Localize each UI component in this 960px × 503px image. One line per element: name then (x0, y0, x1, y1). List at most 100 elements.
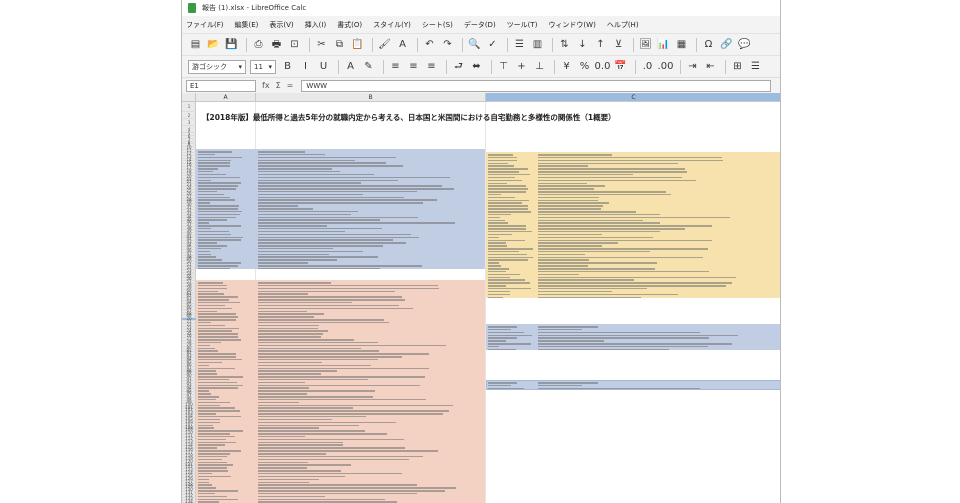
new-document-icon[interactable]: ▤ (188, 37, 203, 52)
menu-item[interactable]: 挿入(I) (305, 20, 327, 30)
formula-input[interactable]: WWW (301, 79, 772, 92)
sheet-title-cell[interactable]: 【2018年版】最低所得と過去5年分の就職内定から考える、日本国と米国間における… (202, 112, 616, 123)
menu-item[interactable]: 編集(E) (235, 20, 259, 30)
name-box[interactable]: E1 (186, 79, 256, 92)
decrease-indent-icon[interactable]: ⇤ (703, 59, 718, 74)
number-format-icon[interactable]: 0.0 (595, 59, 611, 74)
data-block-salmon[interactable] (196, 280, 485, 503)
bold-icon[interactable]: B (280, 59, 295, 74)
cell-text-line (488, 211, 532, 213)
percent-format-icon[interactable]: % (577, 59, 592, 74)
paste-icon[interactable]: 📋 (350, 37, 365, 52)
menu-item[interactable]: スタイル(Y) (373, 20, 411, 30)
redo-icon[interactable]: ↷ (440, 37, 455, 52)
hyperlink-icon[interactable]: 🔗 (719, 37, 734, 52)
add-decimal-icon[interactable]: .0 (640, 59, 655, 74)
column-header-b[interactable]: B (256, 93, 486, 102)
row-icon[interactable]: ☰ (512, 37, 527, 52)
cell-text-line (488, 345, 499, 348)
increase-indent-icon[interactable]: ⇥ (685, 59, 700, 74)
data-block-blue-right[interactable] (486, 324, 780, 350)
delete-decimal-icon[interactable]: .00 (658, 59, 674, 74)
sort-ascending-icon[interactable]: ↓ (575, 37, 590, 52)
clear-format-icon[interactable]: A (395, 37, 410, 52)
export-pdf-icon[interactable]: ⎙ (251, 37, 266, 52)
cell-area[interactable]: 【2018年版】最低所得と過去5年分の就職内定から考える、日本国と米国間における… (196, 102, 780, 503)
formula-icon[interactable]: = (287, 81, 294, 90)
font-color-icon[interactable]: A (343, 59, 358, 74)
cell-text-line (198, 301, 240, 304)
borders-icon[interactable]: ⊞ (730, 59, 745, 74)
cell-text-line (258, 361, 322, 364)
column-icon[interactable]: ▥ (530, 37, 545, 52)
underline-icon[interactable]: U (316, 59, 331, 74)
font-size-box[interactable]: 11 ▾ (250, 59, 276, 74)
cell-text-line (198, 424, 213, 426)
sort-descending-icon[interactable]: ↑ (593, 37, 608, 52)
menu-item[interactable]: ファイル(F) (186, 20, 224, 30)
sort-icon[interactable]: ⇅ (557, 37, 572, 52)
select-all-corner[interactable] (182, 93, 196, 102)
highlight-color-icon[interactable]: ✎ (361, 59, 376, 74)
align-bottom-icon[interactable]: ⊥ (532, 59, 547, 74)
cell-text-line (258, 188, 455, 190)
menu-item[interactable]: ツール(T) (507, 20, 538, 30)
merge-center-icon[interactable]: ⬌ (469, 59, 484, 74)
open-icon[interactable]: 📂 (206, 37, 221, 52)
italic-icon[interactable]: I (298, 59, 313, 74)
print-preview-icon[interactable]: ⊡ (287, 37, 302, 52)
copy-icon[interactable]: ⧉ (332, 37, 347, 52)
insert-chart-icon[interactable]: 📊 (656, 37, 671, 52)
save-icon[interactable]: 💾 (224, 37, 239, 52)
menu-item[interactable]: ヘルプ(H) (607, 20, 639, 30)
spelling-icon[interactable]: ✓ (485, 37, 500, 52)
data-block-yellow[interactable] (486, 152, 780, 298)
cut-icon[interactable]: ✂ (314, 37, 329, 52)
menu-item[interactable]: 書式(O) (337, 20, 362, 30)
cell-text-line (538, 326, 599, 328)
chevron-down-icon[interactable]: ▾ (268, 63, 272, 71)
special-character-icon[interactable]: Ω (701, 37, 716, 52)
cell-text-line (198, 404, 220, 407)
row-header[interactable]: 3 (182, 119, 196, 126)
font-name-box[interactable]: 游ゴシック ▾ (188, 59, 246, 74)
align-top-icon[interactable]: ⊤ (496, 59, 511, 74)
wrap-text-icon[interactable]: ⮐ (451, 59, 466, 74)
menu-item[interactable]: ウィンドウ(W) (548, 20, 595, 30)
cell-text-line (258, 210, 358, 213)
menu-item[interactable]: シート(S) (422, 20, 453, 30)
align-center-icon[interactable]: ≡ (406, 59, 421, 74)
currency-format-icon[interactable]: ¥ (559, 59, 574, 74)
border-style-icon[interactable]: ☰ (748, 59, 763, 74)
column-header-a[interactable]: A (196, 93, 256, 102)
menu-item[interactable]: データ(D) (464, 20, 496, 30)
toolbar-separator (246, 37, 247, 52)
data-block-blue-right-bottom[interactable] (486, 380, 780, 390)
date-format-icon[interactable]: 📅 (613, 59, 628, 74)
spreadsheet-grid[interactable]: ABC 1 2 3 4 5 6 7 8 9 10 11 12 13 14 15 16 17 18 19 20 21 22 2… (182, 93, 780, 503)
print-icon[interactable]: 🖶 (269, 37, 284, 52)
row-header[interactable]: 2 (182, 112, 196, 119)
align-middle-icon[interactable]: + (514, 59, 529, 74)
function-wizard-icon[interactable]: fx (262, 81, 270, 90)
cell-text-line (258, 470, 341, 472)
sum-icon[interactable]: Σ (276, 81, 281, 90)
clone-format-icon[interactable]: 🖌 (377, 37, 392, 52)
find-replace-icon[interactable]: 🔍 (467, 37, 482, 52)
insert-image-icon[interactable]: 🖼 (638, 37, 653, 52)
menu-item[interactable]: 表示(V) (269, 20, 293, 30)
autofilter-icon[interactable]: ⊻ (611, 37, 626, 52)
cell-text-line (198, 438, 227, 441)
column-header-c[interactable]: C (486, 93, 780, 102)
align-right-icon[interactable]: ≡ (424, 59, 439, 74)
align-left-icon[interactable]: ≡ (388, 59, 403, 74)
comment-icon[interactable]: 💬 (737, 37, 752, 52)
cell-text-line (198, 293, 224, 295)
libreoffice-calc-window: 報告 (1).xlsx - LibreOffice Calc ファイル(F) 編集… (181, 0, 781, 503)
chevron-down-icon[interactable]: ▾ (238, 63, 242, 71)
pivot-table-icon[interactable]: ▦ (674, 37, 689, 52)
undo-icon[interactable]: ↶ (422, 37, 437, 52)
data-block-blue[interactable] (196, 149, 485, 269)
row-header[interactable]: 1 (182, 102, 196, 112)
cell-text-line (488, 205, 529, 207)
